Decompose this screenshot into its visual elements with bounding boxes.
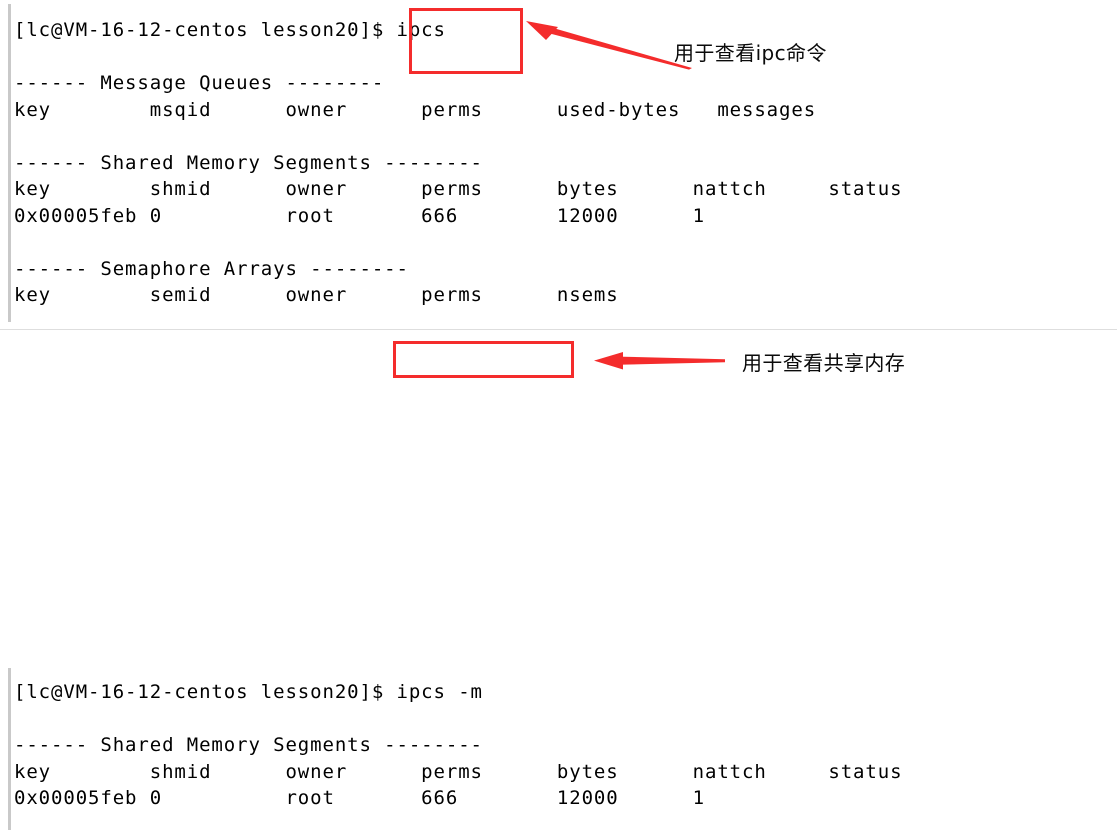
- capture-divider: [0, 329, 1117, 330]
- terminal-output-bottom: [lc@VM-16-12-centos lesson20]$ ipcs -m -…: [14, 681, 903, 809]
- scroll-rail-top[interactable]: [8, 4, 11, 322]
- annotation-caption-ipcs: 用于查看ipc命令: [674, 41, 827, 65]
- scroll-rail-bottom[interactable]: [8, 668, 11, 830]
- terminal-block-top: [lc@VM-16-12-centos lesson20]$ ipcs ----…: [0, 0, 1117, 328]
- annotation-caption-ipcs-m: 用于查看共享内存: [742, 351, 906, 375]
- highlight-box-ipcs-m-command: [393, 341, 574, 378]
- highlight-box-ipcs-command: [409, 8, 523, 74]
